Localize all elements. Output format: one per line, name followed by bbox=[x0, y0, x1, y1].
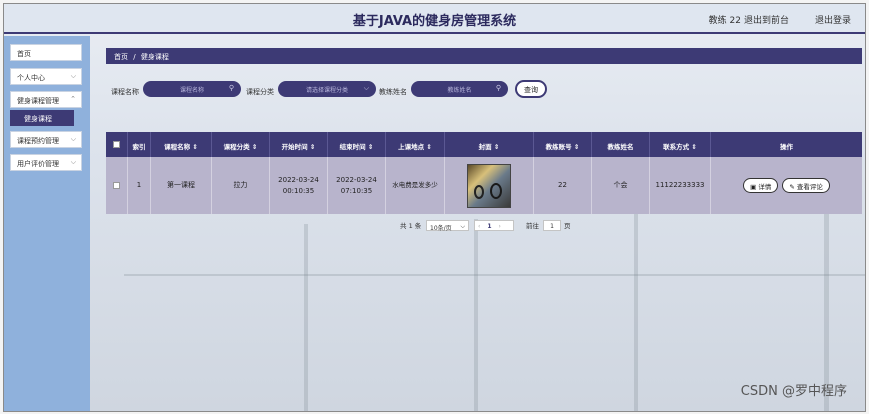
main-content: 首页 / 健身课程 课程名称 课程名称 ⚲ 课程分类 请选择课程分类 ⌵ 教练姓… bbox=[96, 44, 865, 411]
chevron-down-icon: ⌵ bbox=[70, 158, 76, 166]
course-table: 索引 课程名称 ⇕ 课程分类 ⇕ 开始时间 ⇕ 结束时间 ⇕ 上课地点 ⇕ 封面… bbox=[106, 132, 862, 214]
coach-name-placeholder: 教练姓名 bbox=[447, 87, 472, 94]
course-type-placeholder: 请选择课程分类 bbox=[305, 87, 348, 94]
sidebar-subitem-fitness-course[interactable]: 健身课程 bbox=[10, 110, 74, 126]
course-name-placeholder: 课程名称 bbox=[179, 87, 204, 94]
prev-page-icon[interactable]: ‹ bbox=[478, 223, 480, 230]
logout-link[interactable]: 退出登录 bbox=[815, 13, 851, 26]
cell-course-type: 拉力 bbox=[212, 157, 270, 214]
column-header[interactable]: 开始时间 ⇕ bbox=[270, 132, 328, 157]
cell-course-name: 第一课程 bbox=[151, 157, 212, 214]
column-header[interactable]: 联系方式 ⇕ bbox=[650, 132, 711, 157]
column-header[interactable]: 课程分类 ⇕ bbox=[212, 132, 270, 157]
page-size-value: 10条/页 bbox=[430, 225, 452, 232]
cell-coach-name: 个会 bbox=[592, 157, 650, 214]
page-size-select[interactable]: 10条/页 ⌵ bbox=[426, 220, 469, 232]
breadcrumb-current: 健身课程 bbox=[140, 53, 169, 61]
column-header[interactable]: 教练账号 ⇕ bbox=[534, 132, 592, 157]
next-page-icon[interactable]: › bbox=[498, 223, 500, 230]
chevron-down-icon: ⌵ bbox=[460, 223, 465, 230]
edit-icon: ✎ bbox=[789, 183, 797, 191]
chevron-down-icon: ⌵ bbox=[70, 135, 76, 143]
cell-start-time: 2022-03-24 00:10:35 bbox=[270, 157, 328, 214]
pagination-total: 共 1 条 bbox=[400, 222, 422, 230]
cell-end-time: 2022-03-24 07:10:35 bbox=[328, 157, 386, 214]
sidebar-item-profile[interactable]: 个人中心 ⌵ bbox=[10, 68, 82, 85]
goto-label: 前往 bbox=[526, 222, 539, 230]
breadcrumb-home[interactable]: 首页 bbox=[114, 53, 128, 61]
column-header[interactable]: 上课地点 ⇕ bbox=[386, 132, 445, 157]
row-checkbox[interactable] bbox=[113, 182, 120, 189]
cell-location: 水电费是发多少 bbox=[386, 157, 445, 214]
sidebar-item-booking-management[interactable]: 课程预约管理 ⌵ bbox=[10, 131, 82, 148]
view-review-button[interactable]: ✎ 查看评论 bbox=[782, 178, 830, 193]
app-window: 基于JAVA的健身房管理系统 教练 22 退出到前台 退出登录 首页 个人中心 … bbox=[3, 3, 866, 412]
exit-to-frontend-link[interactable]: 退出到前台 bbox=[744, 13, 789, 26]
detail-button-label: 详情 bbox=[758, 183, 772, 191]
page-unit: 页 bbox=[564, 222, 571, 230]
cell-index: 1 bbox=[128, 157, 151, 214]
course-type-label: 课程分类 bbox=[246, 88, 274, 96]
sidebar-item-label: 个人中心 bbox=[17, 74, 45, 82]
cell-cover bbox=[445, 157, 534, 214]
chevron-down-icon: ⌵ bbox=[70, 72, 76, 80]
table-row: 1 第一课程 拉力 2022-03-24 00:10:35 2022-03-24… bbox=[106, 157, 862, 214]
course-name-input[interactable]: 课程名称 ⚲ bbox=[143, 81, 241, 97]
column-header: 操作 bbox=[780, 143, 793, 151]
table-header: 索引 课程名称 ⇕ 课程分类 ⇕ 开始时间 ⇕ 结束时间 ⇕ 上课地点 ⇕ 封面… bbox=[106, 132, 862, 157]
course-name-label: 课程名称 bbox=[111, 88, 139, 96]
column-header: 教练姓名 bbox=[592, 132, 650, 157]
row-checkbox-cell[interactable] bbox=[106, 157, 128, 214]
course-type-select[interactable]: 请选择课程分类 ⌵ bbox=[278, 81, 376, 97]
sidebar: 首页 个人中心 ⌵ 健身课程管理 ⌃ 健身课程 课程预约管理 ⌵ 用户评价管理 … bbox=[4, 36, 90, 411]
page-navigator: ‹ 1 › bbox=[474, 220, 514, 231]
select-all-checkbox[interactable] bbox=[113, 141, 120, 148]
coach-name-label: 教练姓名 bbox=[379, 88, 407, 96]
detail-button[interactable]: ▣ 详情 bbox=[743, 178, 779, 193]
column-header[interactable]: 封面 ⇕ bbox=[445, 132, 534, 157]
search-icon: ⚲ bbox=[228, 84, 234, 92]
breadcrumb-separator: / bbox=[133, 53, 136, 61]
course-cover-image[interactable] bbox=[467, 163, 511, 208]
sidebar-item-label: 用户评价管理 bbox=[17, 160, 59, 168]
query-button[interactable]: 查询 bbox=[515, 80, 547, 98]
user-name: 教练 22 bbox=[708, 16, 741, 26]
sidebar-item-course-management[interactable]: 健身课程管理 ⌃ bbox=[10, 91, 82, 108]
sidebar-subitem-label: 健身课程 bbox=[24, 115, 52, 123]
column-header[interactable]: 结束时间 ⇕ bbox=[328, 132, 386, 157]
sidebar-item-label: 首页 bbox=[17, 50, 31, 58]
select-all-checkbox-cell[interactable] bbox=[106, 132, 128, 157]
sidebar-item-label: 健身课程管理 bbox=[17, 97, 59, 105]
column-header[interactable]: 课程名称 ⇕ bbox=[151, 132, 212, 157]
sidebar-item-label: 课程预约管理 bbox=[17, 137, 59, 145]
sidebar-item-review-management[interactable]: 用户评价管理 ⌵ bbox=[10, 154, 82, 171]
chevron-up-icon: ⌃ bbox=[70, 95, 76, 103]
coach-name-input[interactable]: 教练姓名 ⚲ bbox=[411, 81, 508, 97]
breadcrumb: 首页 / 健身课程 bbox=[106, 48, 862, 64]
top-header: 基于JAVA的健身房管理系统 教练 22 退出到前台 退出登录 bbox=[4, 4, 865, 34]
cell-phone: 11122233333 bbox=[650, 157, 711, 214]
goto-page-input[interactable]: 1 bbox=[543, 220, 561, 231]
chevron-down-icon: ⌵ bbox=[363, 84, 369, 92]
watermark: CSDN @罗中程序 bbox=[740, 384, 847, 399]
view-review-button-label: 查看评论 bbox=[796, 183, 823, 191]
current-page[interactable]: 1 bbox=[487, 223, 491, 230]
sidebar-item-home[interactable]: 首页 bbox=[10, 44, 82, 61]
column-header: 索引 bbox=[128, 132, 151, 157]
cell-coach-account: 22 bbox=[534, 157, 592, 214]
cell-actions: ▣ 详情 ✎ 查看评论 bbox=[711, 157, 862, 214]
search-icon: ⚲ bbox=[495, 84, 501, 92]
